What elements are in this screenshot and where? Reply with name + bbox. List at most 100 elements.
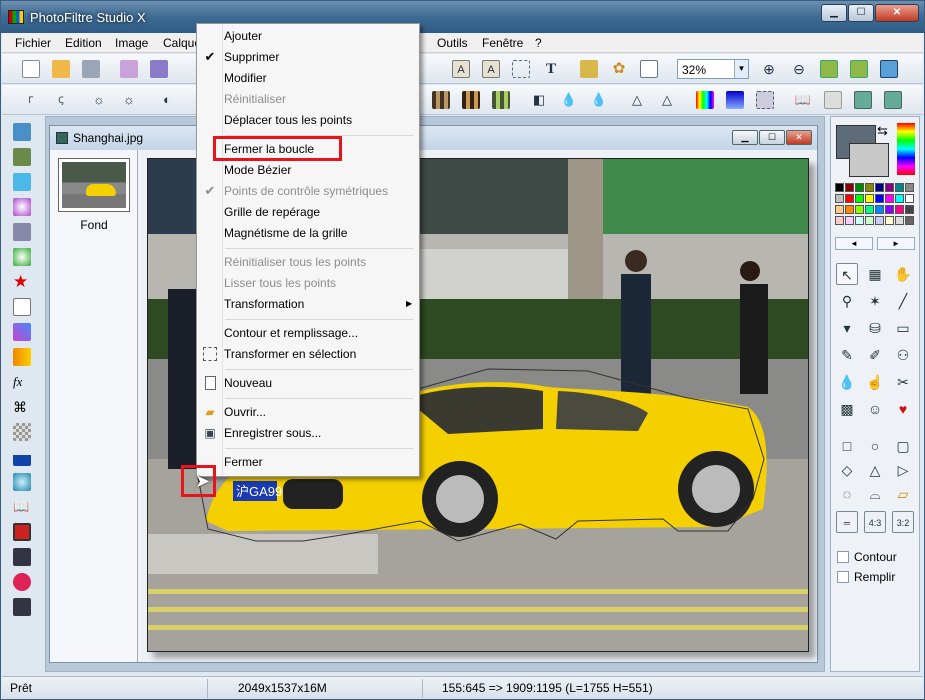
doc-maximize-button[interactable]: ☐ — [759, 130, 785, 145]
strawberry-tool-icon[interactable]: ♥ — [892, 398, 914, 420]
palette-swatch[interactable] — [905, 183, 914, 192]
auto-contrast-icon[interactable]: Ꞔ — [52, 91, 70, 109]
open-shape-icon[interactable]: ▱ — [892, 483, 914, 505]
ratio-3-2-button[interactable]: 3:2 — [892, 511, 914, 533]
mosaic-icon[interactable] — [13, 423, 31, 441]
zoom-out-icon[interactable]: ⊖ — [790, 60, 808, 78]
palette-swatch[interactable] — [835, 183, 844, 192]
texture-2-icon[interactable] — [462, 91, 480, 109]
palette-prev-button[interactable]: ◄ — [835, 237, 873, 250]
blur-icon[interactable] — [756, 91, 774, 109]
color-palette[interactable] — [835, 183, 915, 237]
close-button[interactable]: ✕ — [875, 4, 919, 22]
palette-swatch[interactable] — [895, 194, 904, 203]
menu-item-enregistrer-sous[interactable]: Enregistrer sous... — [224, 424, 321, 442]
palette-swatch[interactable] — [855, 216, 864, 225]
palette-swatch[interactable] — [895, 205, 904, 214]
calc-icon[interactable] — [13, 123, 31, 141]
book-icon[interactable]: 📖 — [794, 91, 812, 109]
palette-swatch[interactable] — [875, 216, 884, 225]
background-color[interactable] — [849, 143, 889, 177]
menu-item-modifier[interactable]: Modifier — [224, 69, 267, 87]
doc-minimize-button[interactable]: ▁ — [732, 130, 758, 145]
polygon-shape-icon[interactable]: ⌓ — [864, 483, 886, 505]
triangle-2-icon[interactable]: △ — [658, 91, 676, 109]
menu-help[interactable]: ? — [535, 36, 542, 50]
remplir-checkbox[interactable] — [837, 571, 849, 583]
palette-swatch[interactable] — [885, 216, 894, 225]
menu-item-deplacer-tous[interactable]: Déplacer tous les points — [224, 111, 352, 129]
tree-icon[interactable] — [580, 60, 598, 78]
rectangle-shape-icon[interactable]: □ — [836, 435, 858, 457]
title-bar[interactable]: PhotoFiltre Studio X ▁ ☐ ✕ — [1, 1, 924, 33]
minimize-button[interactable]: ▁ — [821, 4, 847, 22]
palette-swatch[interactable] — [835, 205, 844, 214]
spray-tool-icon[interactable]: ⛁ — [864, 317, 886, 339]
maximize-button[interactable]: ☐ — [848, 4, 874, 22]
zoom-select[interactable]: 32% ▼ — [677, 59, 749, 79]
lens-icon[interactable] — [13, 473, 31, 491]
doc-a-icon[interactable]: A — [452, 60, 470, 78]
zoom-in-icon[interactable]: ⊕ — [760, 60, 778, 78]
fullscreen-icon[interactable] — [880, 60, 898, 78]
menu-outils[interactable]: Outils — [437, 36, 468, 50]
bucket-tool-icon[interactable]: ▾ — [836, 317, 858, 339]
menu-item-transformer-selection[interactable]: Transformer en sélection — [224, 345, 356, 363]
palette-swatch[interactable] — [895, 183, 904, 192]
menu-image[interactable]: Image — [115, 36, 148, 50]
lasso-shape-icon[interactable]: ◌ — [836, 483, 858, 505]
palette-swatch[interactable] — [855, 194, 864, 203]
stamp-tool-icon[interactable]: ⚇ — [892, 344, 914, 366]
palette-swatch[interactable] — [885, 205, 894, 214]
menu-item-contour-remplissage[interactable]: Contour et remplissage... — [224, 324, 358, 342]
smudge-tool-icon[interactable]: ☝ — [864, 371, 886, 393]
palette-swatch[interactable] — [845, 194, 854, 203]
layer-thumbnail[interactable] — [58, 158, 130, 212]
text-icon[interactable]: T — [542, 60, 560, 78]
portrait-tool-icon[interactable]: ☺ — [864, 398, 886, 420]
globe-icon[interactable] — [13, 248, 31, 266]
menu-edition[interactable]: Edition — [65, 36, 102, 50]
ellipse-shape-icon[interactable]: ○ — [864, 435, 886, 457]
menu-item-mode-bezier[interactable]: Mode Bézier — [224, 161, 291, 179]
palette-swatch[interactable] — [895, 216, 904, 225]
save-icon[interactable] — [82, 60, 100, 78]
histogram-icon[interactable] — [13, 448, 31, 466]
contour-checkbox[interactable] — [837, 551, 849, 563]
rotate-left-icon[interactable] — [854, 91, 872, 109]
select-tool-icon[interactable]: ▦ — [864, 263, 886, 285]
texture-1-icon[interactable] — [432, 91, 450, 109]
palette-swatch[interactable] — [865, 216, 874, 225]
palette-swatch[interactable] — [905, 205, 914, 214]
line-tool-icon[interactable]: ╱ — [892, 290, 914, 312]
palette-swatch[interactable] — [875, 205, 884, 214]
palette-swatch[interactable] — [865, 194, 874, 203]
contrast-2-icon[interactable]: ◧ — [530, 91, 548, 109]
contrast-icon[interactable]: ◐ — [158, 91, 176, 109]
star-icon[interactable]: ★ — [13, 273, 31, 291]
palette-swatch[interactable] — [855, 205, 864, 214]
doc-close-button[interactable]: ✕ — [786, 130, 812, 145]
rounded-rect-shape-icon[interactable]: ▢ — [892, 435, 914, 457]
palette-swatch[interactable] — [905, 194, 914, 203]
menu-item-fermer[interactable]: Fermer — [224, 453, 263, 471]
picker-tool-icon[interactable]: ⚲ — [836, 290, 858, 312]
actual-size-icon[interactable] — [850, 60, 868, 78]
pointer-tool-icon[interactable]: ↖ — [836, 263, 858, 285]
menu-item-supprimer[interactable]: Supprimer — [224, 48, 279, 66]
selection-icon[interactable] — [512, 60, 530, 78]
triangle-shape-icon[interactable]: △ — [864, 459, 886, 481]
brush-tool-icon[interactable]: ✎ — [836, 344, 858, 366]
pencil-tool-icon[interactable]: ✐ — [864, 344, 886, 366]
menu-item-nouveau[interactable]: Nouveau — [224, 374, 272, 392]
palette-swatch[interactable] — [865, 205, 874, 214]
triangle-icon[interactable]: △ — [628, 91, 646, 109]
menu-item-ajouter[interactable]: Ajouter — [224, 27, 262, 45]
logo-p-icon[interactable] — [13, 573, 31, 591]
pattern-icon[interactable] — [13, 323, 31, 341]
palette-swatch[interactable] — [885, 183, 894, 192]
palette-swatch[interactable] — [875, 183, 884, 192]
frame-icon[interactable] — [13, 523, 31, 541]
page-icon[interactable] — [13, 298, 31, 316]
gradient-icon[interactable] — [726, 91, 744, 109]
